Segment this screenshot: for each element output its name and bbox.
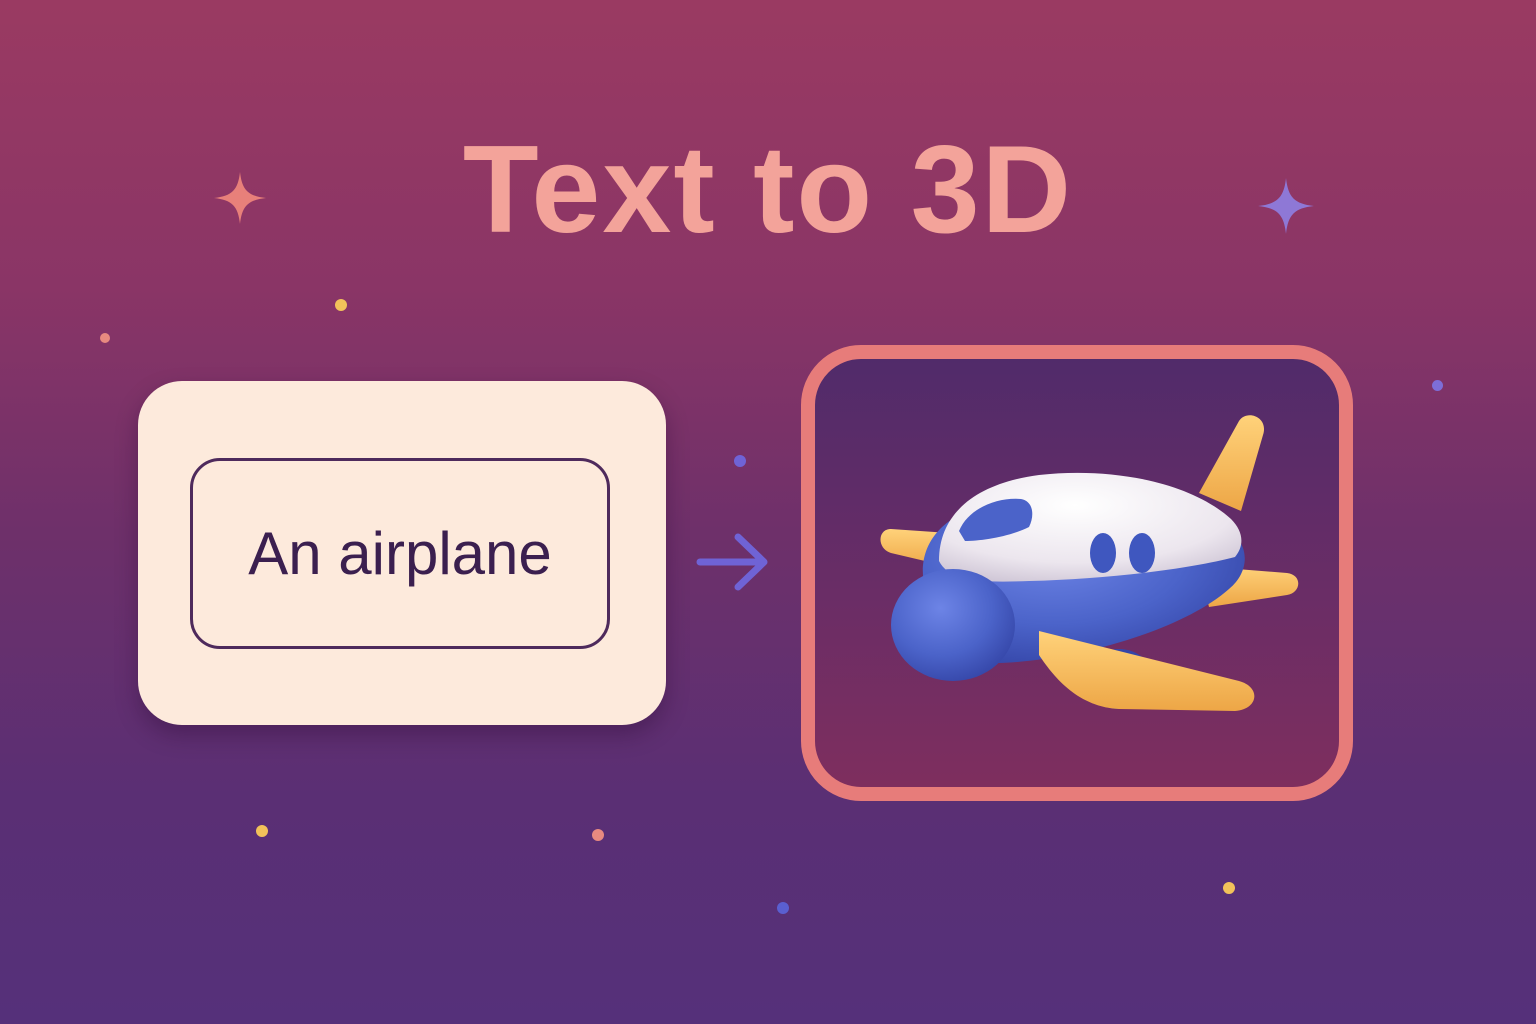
decor-dot <box>777 902 789 914</box>
decor-dot <box>1432 380 1443 391</box>
decor-dot <box>100 333 110 343</box>
prompt-input[interactable]: An airplane <box>190 458 610 649</box>
decor-dot <box>592 829 604 841</box>
sparkle-right-icon <box>1258 178 1314 234</box>
decor-dot <box>1223 882 1235 894</box>
decor-dot <box>734 455 746 467</box>
airplane-3d-icon <box>880 415 1299 711</box>
model-output-frame <box>801 345 1353 801</box>
prompt-input-value: An airplane <box>248 520 552 587</box>
prompt-card: An airplane <box>138 381 666 725</box>
decor-dot <box>335 299 347 311</box>
decor-dot <box>256 825 268 837</box>
sparkle-left-icon <box>214 172 266 224</box>
arrow-right-icon <box>696 533 768 591</box>
